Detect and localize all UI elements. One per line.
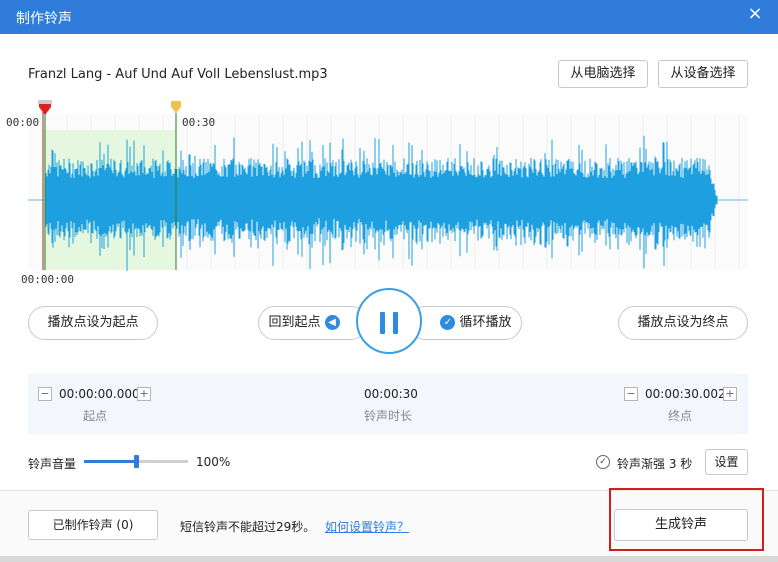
select-from-device-button[interactable]: 从设备选择	[658, 60, 748, 88]
playhead-time: 00:00:00	[21, 273, 74, 286]
volume-slider-fill	[84, 460, 136, 463]
end-marker-handle	[171, 101, 181, 113]
loop-toggle[interactable]: ✓ 循环播放	[408, 306, 522, 340]
pause-icon	[380, 312, 385, 334]
volume-slider-thumb[interactable]	[134, 455, 139, 468]
select-from-pc-button[interactable]: 从电脑选择	[558, 60, 648, 88]
end-time-value: 00:00:30.002	[645, 387, 726, 401]
how-to-set-ringtone-link[interactable]: 如何设置铃声？	[325, 518, 409, 535]
range-panel: − 00:00:00.000 + 起点 00:00:30 铃声时长 − 00:0…	[28, 374, 748, 434]
start-decrement-button[interactable]: −	[38, 387, 52, 401]
playhead-top-handle	[38, 100, 52, 104]
end-decrement-button[interactable]: −	[624, 387, 638, 401]
made-ringtones-button[interactable]: 已制作铃声 (0)	[28, 510, 158, 540]
file-name: Franzl Lang - Auf Und Auf Voll Lebenslus…	[28, 67, 328, 82]
waveform-canvas[interactable]	[28, 100, 748, 290]
check-icon: ✓	[440, 315, 456, 330]
duration-label: 铃声时长	[364, 409, 413, 423]
set-end-button[interactable]: 播放点设为终点	[618, 306, 748, 340]
tick-30s: 00:30	[182, 116, 216, 129]
back-to-start-button[interactable]: 回到起点 ◀	[258, 306, 368, 340]
waveform-editor[interactable]: 00:00 00:30 00:00:00	[6, 100, 748, 290]
start-increment-button[interactable]: +	[137, 387, 151, 401]
volume-label: 铃声音量	[28, 457, 77, 471]
title-bar: 制作铃声 ×	[0, 0, 778, 34]
end-time-label: 终点	[668, 409, 693, 423]
volume-slider[interactable]	[84, 455, 188, 468]
pause-icon-bar	[393, 312, 398, 334]
arrow-left-icon: ◀	[324, 315, 340, 330]
fade-settings-button[interactable]: 设置	[705, 449, 748, 475]
play-pause-button[interactable]	[356, 288, 422, 354]
fade-in-label: 铃声渐强 3 秒	[617, 457, 693, 471]
back-to-start-label: 回到起点	[268, 315, 321, 330]
duration-value: 00:00:30	[364, 387, 418, 401]
set-start-button[interactable]: 播放点设为起点	[28, 306, 158, 340]
loop-label: 循环播放	[459, 315, 512, 330]
fade-in-checkbox[interactable]: ✓	[596, 455, 610, 469]
sms-limit-note: 短信铃声不能超过29秒。	[180, 520, 316, 534]
tick-start: 00:00	[6, 116, 40, 129]
volume-percent: 100%	[196, 455, 231, 469]
close-icon[interactable]: ×	[744, 3, 766, 25]
start-time-value: 00:00:00.000	[59, 387, 140, 401]
bottom-edge	[0, 556, 778, 562]
window-title: 制作铃声	[16, 11, 72, 27]
end-increment-button[interactable]: +	[723, 387, 737, 401]
start-time-label: 起点	[83, 409, 108, 423]
annotation-highlight-box	[609, 488, 764, 551]
